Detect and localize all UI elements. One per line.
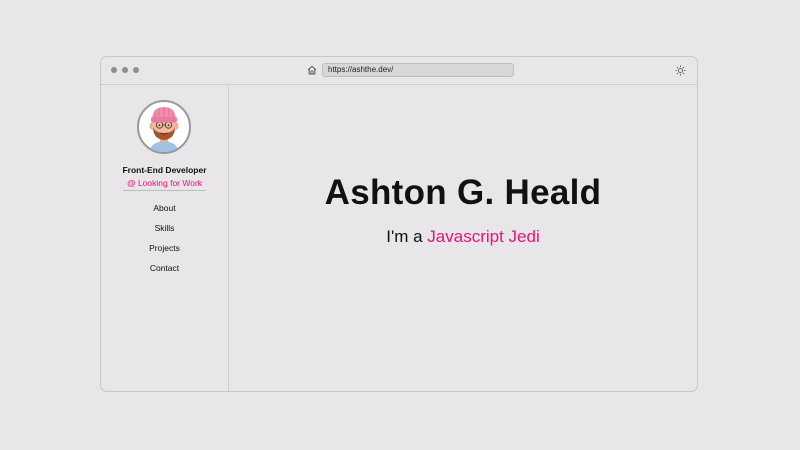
tagline-prefix: I'm a <box>386 227 428 246</box>
window-controls <box>111 67 139 73</box>
url-text: https://ashthe.dev/ <box>328 65 394 74</box>
address-bar[interactable]: https://ashthe.dev/ <box>322 63 514 77</box>
browser-window: https://ashthe.dev/ Front-End Developer … <box>100 56 698 392</box>
sidebar: Front-End Developer @ Looking for Work A… <box>101 85 229 391</box>
nav-item-about[interactable]: About <box>153 203 175 223</box>
status-badge[interactable]: @ Looking for Work <box>123 178 206 191</box>
nav-item-skills[interactable]: Skills <box>155 223 175 243</box>
hero-tagline: I'm a Javascript Jedi <box>229 227 697 247</box>
sidebar-nav: About Skills Projects Contact <box>101 203 228 283</box>
minimize-dot[interactable] <box>122 67 128 73</box>
close-dot[interactable] <box>111 67 117 73</box>
maximize-dot[interactable] <box>133 67 139 73</box>
nav-item-contact[interactable]: Contact <box>150 263 179 283</box>
home-icon[interactable] <box>306 64 318 76</box>
sun-icon[interactable] <box>675 65 686 76</box>
hero-name: Ashton G. Heald <box>324 173 602 212</box>
main-content: Ashton G. Heald I'm a Javascript Jedi <box>229 85 697 391</box>
avatar <box>137 100 191 154</box>
browser-titlebar: https://ashthe.dev/ <box>101 57 697 85</box>
nav-item-projects[interactable]: Projects <box>149 243 180 263</box>
role-title: Front-End Developer <box>122 165 207 175</box>
avatar-illustration <box>149 107 179 152</box>
tagline-highlight: Javascript Jedi <box>427 227 540 246</box>
